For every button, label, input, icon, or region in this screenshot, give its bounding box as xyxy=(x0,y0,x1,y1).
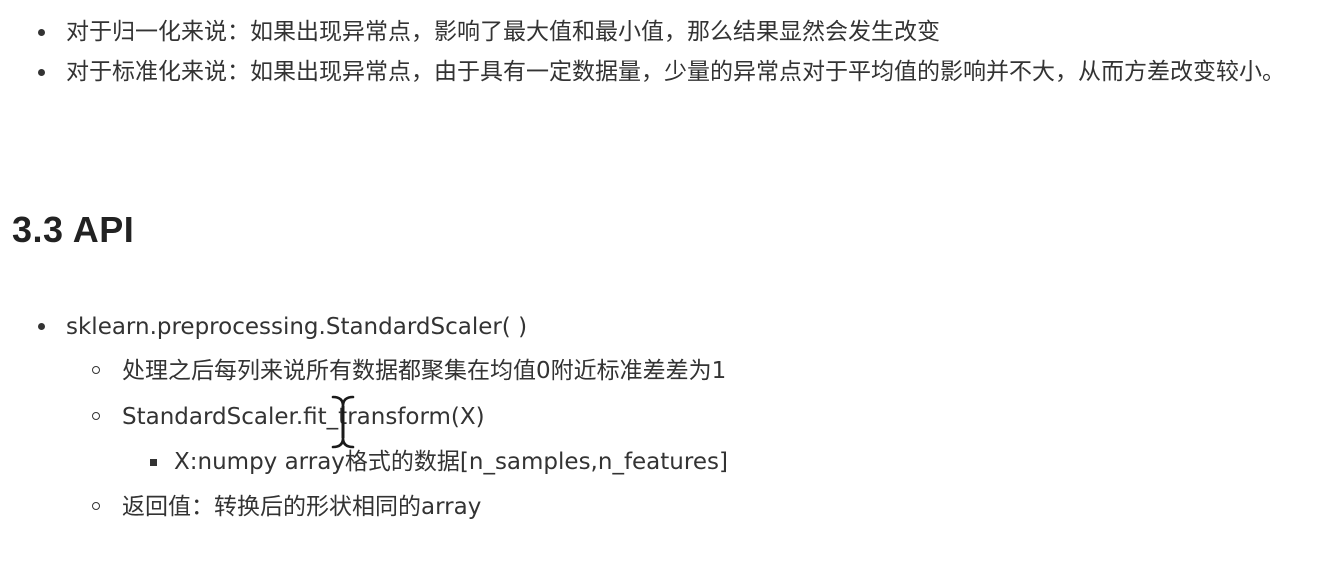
bullet-circle-icon xyxy=(92,412,100,420)
list-item: sklearn.preprocessing.StandardScaler( ) … xyxy=(38,306,1238,530)
bullet-dot-icon xyxy=(38,69,45,76)
list-item: 对于标准化来说：如果出现异常点，由于具有一定数据量，少量的异常点对于平均值的影响… xyxy=(38,52,1308,92)
text-cursor-icon xyxy=(331,395,355,449)
bullet-dot-icon xyxy=(38,29,45,36)
bullet-circle-icon xyxy=(92,502,100,510)
detail-text: 处理之后每列来说所有数据都聚集在均值0附近标准差差为1 xyxy=(122,358,727,384)
return-text: 返回值：转换后的形状相同的array xyxy=(122,494,482,520)
bullet-dot-icon xyxy=(38,323,45,330)
api-list: sklearn.preprocessing.StandardScaler( ) … xyxy=(38,306,1238,530)
list-item: 返回值：转换后的形状相同的array xyxy=(92,484,1238,530)
section-heading: 3.3 API xyxy=(12,209,135,250)
list-item: X:numpy array格式的数据[n_samples,n_features] xyxy=(150,440,1238,484)
bullet-circle-icon xyxy=(92,366,100,374)
api-class-name: sklearn.preprocessing.StandardScaler( ) xyxy=(66,314,528,340)
param-list: X:numpy array格式的数据[n_samples,n_features] xyxy=(150,440,1238,484)
note-text: 对于标准化来说：如果出现异常点，由于具有一定数据量，少量的异常点对于平均值的影响… xyxy=(66,59,1285,85)
list-item: 对于归一化来说：如果出现异常点，影响了最大值和最小值，那么结果显然会发生改变 xyxy=(38,12,1308,52)
list-item: StandardScaler.fit_transform(X) X:numpy … xyxy=(92,394,1238,484)
note-text: 对于归一化来说：如果出现异常点，影响了最大值和最小值，那么结果显然会发生改变 xyxy=(66,19,940,45)
api-details-list: 处理之后每列来说所有数据都聚集在均值0附近标准差差为1 StandardScal… xyxy=(92,348,1238,530)
bullet-square-icon xyxy=(150,459,157,466)
method-signature: StandardScaler.fit_transform(X) xyxy=(122,404,485,430)
document-page: 对于归一化来说：如果出现异常点，影响了最大值和最小值，那么结果显然会发生改变 对… xyxy=(0,0,1318,561)
normalization-notes-list: 对于归一化来说：如果出现异常点，影响了最大值和最小值，那么结果显然会发生改变 对… xyxy=(38,12,1308,92)
list-item: 处理之后每列来说所有数据都聚集在均值0附近标准差差为1 xyxy=(92,348,1238,394)
param-text: X:numpy array格式的数据[n_samples,n_features] xyxy=(174,449,728,475)
